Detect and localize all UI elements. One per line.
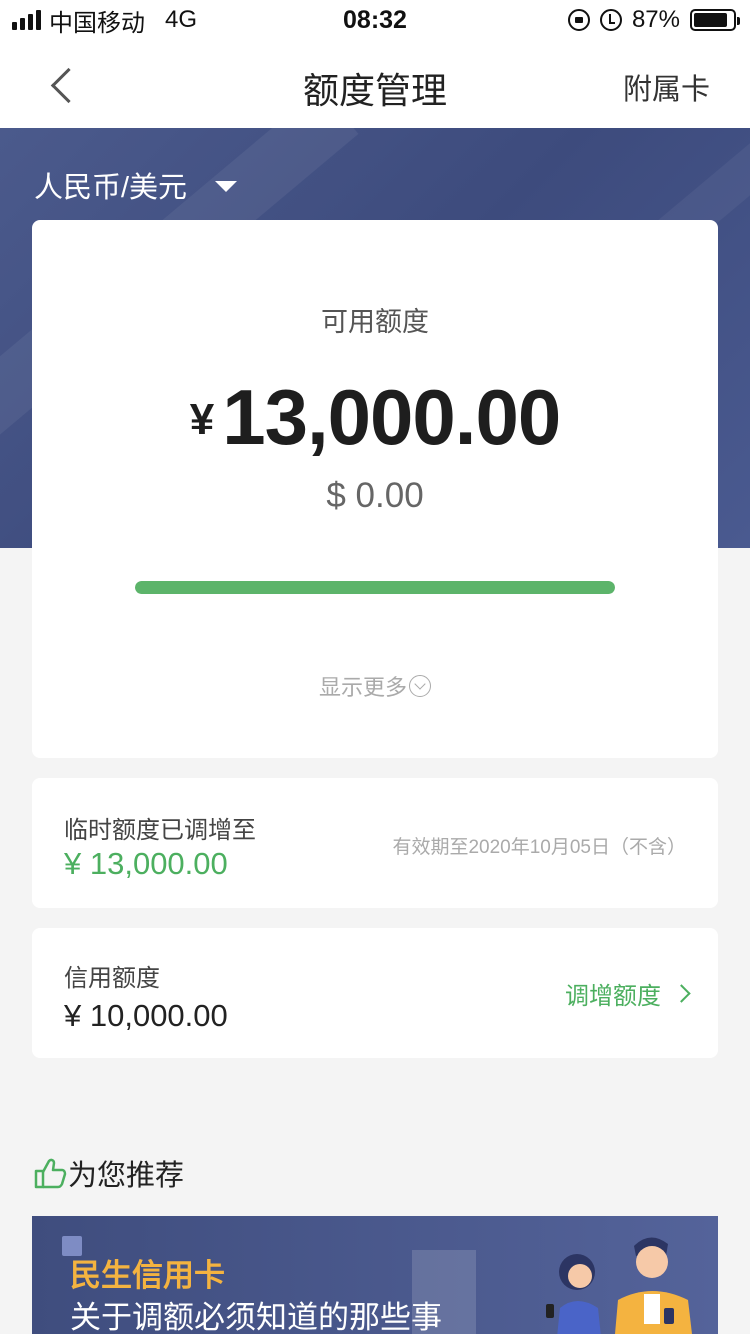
status-right: 87%	[567, 6, 740, 34]
promo-banner[interactable]: 民生信用卡 关于调额必须知道的那些事	[32, 1216, 718, 1334]
man-illustration	[615, 1237, 692, 1334]
battery-icon	[690, 9, 740, 31]
supplementary-card-button[interactable]: 附属卡	[623, 66, 710, 108]
available-amount: ¥13,000.00	[32, 372, 718, 463]
currency-selector[interactable]: 人民币/美元	[34, 164, 238, 206]
recommend-section-title: 为您推荐	[32, 1152, 184, 1194]
credit-limit-label: 信用额度	[64, 965, 160, 992]
temp-limit-amount: ¥ 13,000.00	[64, 846, 228, 881]
yen-symbol: ¥	[189, 395, 215, 444]
available-label: 可用额度	[321, 307, 429, 337]
recommend-title-text: 为您推荐	[68, 1160, 185, 1192]
status-bar: 中国移动 4G 08:32 87%	[0, 0, 750, 40]
show-more-label: 显示更多	[318, 675, 407, 700]
progress-fill	[135, 581, 615, 594]
battery-percent: 87%	[631, 6, 680, 33]
temp-limit-validity: 有效期至2020年10月05日（不含）	[392, 837, 686, 858]
thumbs-up-icon	[34, 1158, 67, 1189]
temp-limit-card: 临时额度已调增至 ¥ 13,000.00 有效期至2020年10月05日（不含）	[32, 778, 718, 908]
available-amount-value: 13,000.00	[222, 373, 561, 461]
credit-limit-amount: ¥ 10,000.00	[64, 998, 228, 1033]
chevron-right-icon	[672, 984, 691, 1003]
alarm-icon	[599, 9, 622, 31]
credit-progress-bar	[135, 581, 615, 594]
nav-bar: 额度管理 附属卡	[0, 40, 750, 128]
banner-subtitle: 关于调额必须知道的那些事	[70, 1300, 442, 1334]
rotation-lock-icon	[567, 9, 590, 31]
chevron-down-circle-icon	[409, 675, 431, 697]
credit-limit-card: 信用额度 ¥ 10,000.00 调增额度	[32, 928, 718, 1058]
temp-limit-label: 临时额度已调增至	[64, 817, 256, 844]
increase-limit-label: 调增额度	[565, 983, 661, 1010]
available-credit-card: 可用额度 ¥13,000.00 $ 0.00 显示更多	[32, 220, 718, 758]
currency-label: 人民币/美元	[34, 172, 188, 204]
caret-down-icon	[215, 180, 238, 192]
show-more-button[interactable]: 显示更多	[32, 670, 718, 702]
banner-brand: 民生信用卡	[70, 1258, 225, 1293]
increase-limit-button[interactable]: 调增额度	[565, 976, 691, 1011]
usd-amount: $ 0.00	[326, 476, 424, 515]
